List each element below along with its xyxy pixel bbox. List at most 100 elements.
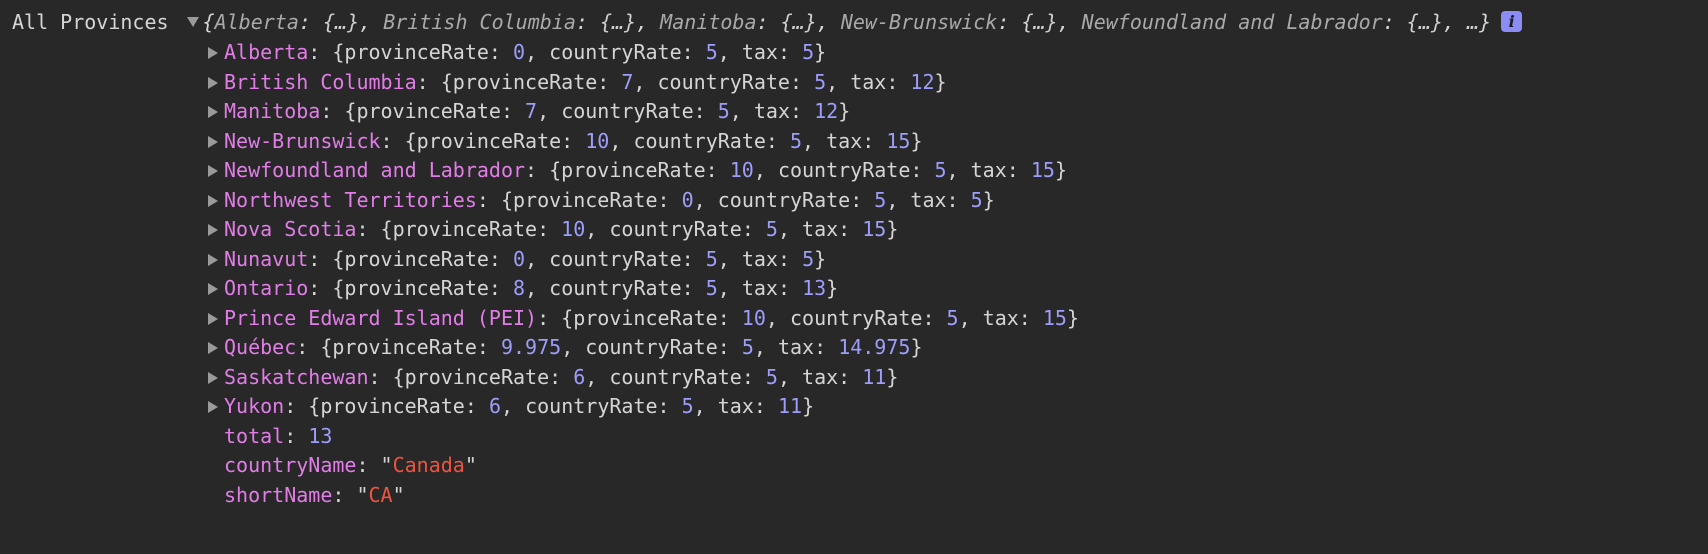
- property-row-province[interactable]: Northwest Territories: {provinceRate: 0,…: [208, 186, 1079, 216]
- province-key[interactable]: British Columbia: [224, 70, 417, 94]
- field-name: tax: [802, 217, 839, 241]
- collapse-triangle-icon[interactable]: [208, 224, 218, 236]
- province-rate-value: 10: [561, 217, 586, 241]
- collapse-triangle-icon[interactable]: [208, 371, 218, 384]
- expand-triangle-icon[interactable]: [186, 17, 199, 27]
- country-rate-value: 5: [874, 187, 887, 212]
- province-key[interactable]: Ontario: [224, 276, 308, 300]
- field-name: countryRate: [585, 335, 718, 359]
- tax-value: 5: [802, 246, 815, 271]
- tax-value: 15: [1030, 158, 1055, 182]
- property-row-province[interactable]: Prince Edward Island (PEI): {provinceRat…: [208, 304, 1079, 334]
- preview-value: {…}: [599, 10, 637, 34]
- province-key[interactable]: Nova Scotia: [224, 217, 356, 241]
- collapse-triangle-icon[interactable]: [208, 312, 218, 325]
- preview-key: Alberta: [214, 10, 299, 34]
- field-name: tax: [717, 394, 754, 418]
- province-rate-value: 8: [513, 276, 526, 300]
- country-rate-value: 5: [934, 158, 947, 182]
- object-properties: Alberta: {provinceRate: 0, countryRate: …: [208, 38, 1079, 510]
- collapse-triangle-icon[interactable]: [208, 47, 218, 59]
- country-rate-value: 5: [790, 128, 803, 153]
- province-key[interactable]: New-Brunswick: [224, 129, 381, 153]
- console-output: All Provinces {Alberta: {…}, British Colu…: [0, 0, 1708, 554]
- field-name: provinceRate: [573, 305, 718, 330]
- province-rate-value: 0: [513, 246, 526, 271]
- country-rate-value: 5: [705, 276, 718, 300]
- field-name: tax: [753, 99, 790, 123]
- property-row-province[interactable]: Ontario: {provinceRate: 8, countryRate: …: [208, 274, 1079, 304]
- field-name: countryRate: [549, 246, 682, 271]
- field-name: tax: [982, 305, 1019, 330]
- property-row-province[interactable]: Nunavut: {provinceRate: 0, countryRate: …: [208, 245, 1079, 275]
- field-name: tax: [850, 69, 887, 94]
- property-value: 13: [308, 423, 333, 448]
- property-row-province[interactable]: Yukon: {provinceRate: 6, countryRate: 5,…: [208, 392, 1079, 422]
- province-rate-value: 6: [573, 364, 586, 389]
- province-rate-value: 6: [488, 394, 501, 418]
- property-row-province[interactable]: Saskatchewan: {provinceRate: 6, countryR…: [208, 363, 1079, 393]
- country-rate-value: 5: [765, 217, 778, 241]
- field-name: tax: [741, 276, 778, 300]
- collapse-triangle-icon[interactable]: [208, 165, 218, 177]
- property-value: Canada: [392, 453, 465, 477]
- tax-value: 5: [802, 40, 815, 64]
- province-key[interactable]: Prince Edward Island (PEI): [224, 306, 537, 330]
- province-key[interactable]: Québec: [224, 335, 296, 359]
- field-name: provinceRate: [513, 187, 658, 212]
- province-rate-value: 7: [621, 69, 634, 94]
- province-key[interactable]: Manitoba: [224, 99, 320, 123]
- object-header[interactable]: All Provinces {Alberta: {…}, British Colu…: [12, 6, 1523, 38]
- property-row-province[interactable]: Manitoba: {provinceRate: 7, countryRate:…: [208, 97, 1079, 127]
- field-name: countryRate: [633, 128, 766, 153]
- preview-key: New-Brunswick: [840, 10, 998, 34]
- property-row-province[interactable]: New-Brunswick: {provinceRate: 10, countr…: [208, 127, 1079, 157]
- country-rate-value: 5: [705, 40, 718, 64]
- collapse-triangle-icon[interactable]: [208, 401, 218, 413]
- collapse-triangle-icon[interactable]: [208, 342, 218, 354]
- tax-value: 12: [814, 99, 839, 123]
- country-rate-value: 5: [741, 335, 754, 359]
- country-rate-value: 5: [765, 364, 778, 389]
- field-name: tax: [826, 128, 863, 153]
- collapse-triangle-icon[interactable]: [208, 76, 218, 89]
- province-key[interactable]: Newfoundland and Labrador: [224, 158, 525, 182]
- object-preview[interactable]: {Alberta: {…}, British Columbia: {…}, Ma…: [203, 10, 1492, 34]
- collapse-triangle-icon[interactable]: [208, 283, 218, 295]
- collapse-triangle-icon[interactable]: [208, 135, 218, 148]
- field-name: countryRate: [789, 305, 923, 330]
- preview-value: {…}: [780, 10, 817, 34]
- field-name: countryRate: [525, 394, 658, 418]
- province-key[interactable]: Saskatchewan: [224, 365, 369, 389]
- property-row-province[interactable]: Nova Scotia: {provinceRate: 10, countryR…: [208, 215, 1079, 245]
- province-key[interactable]: Alberta: [224, 40, 308, 64]
- field-name: countryRate: [609, 217, 742, 241]
- collapse-triangle-icon[interactable]: [208, 194, 218, 207]
- property-row-province[interactable]: Newfoundland and Labrador: {provinceRate…: [208, 156, 1079, 186]
- preview-value: {…}: [1406, 10, 1443, 34]
- preview-key: Manitoba: [660, 10, 757, 34]
- field-name: tax: [741, 246, 778, 271]
- property-key: countryName: [224, 453, 357, 477]
- tax-value: 13: [802, 276, 827, 300]
- province-key[interactable]: Yukon: [224, 394, 284, 418]
- collapse-triangle-icon[interactable]: [208, 253, 218, 266]
- property-key: total: [224, 423, 285, 448]
- collapse-triangle-icon[interactable]: [208, 106, 218, 118]
- province-key[interactable]: Nunavut: [224, 247, 308, 271]
- field-name: provinceRate: [344, 246, 489, 271]
- province-rate-value: 0: [681, 187, 694, 212]
- log-label: All Provinces: [12, 10, 169, 34]
- property-row-province[interactable]: Alberta: {provinceRate: 0, countryRate: …: [208, 38, 1079, 68]
- province-rate-value: 9.975: [500, 335, 562, 359]
- property-row-total: total: 13: [224, 423, 333, 448]
- info-icon[interactable]: i: [1501, 11, 1523, 32]
- province-key[interactable]: Northwest Territories: [224, 188, 477, 212]
- field-name: tax: [910, 187, 947, 212]
- property-row-province[interactable]: British Columbia: {provinceRate: 7, coun…: [208, 68, 1079, 98]
- tax-value: 15: [886, 128, 911, 153]
- province-rate-value: 10: [729, 158, 754, 182]
- property-key: shortName: [224, 482, 333, 507]
- property-row-province[interactable]: Québec: {provinceRate: 9.975, countryRat…: [208, 333, 1079, 363]
- field-name: provinceRate: [416, 128, 562, 153]
